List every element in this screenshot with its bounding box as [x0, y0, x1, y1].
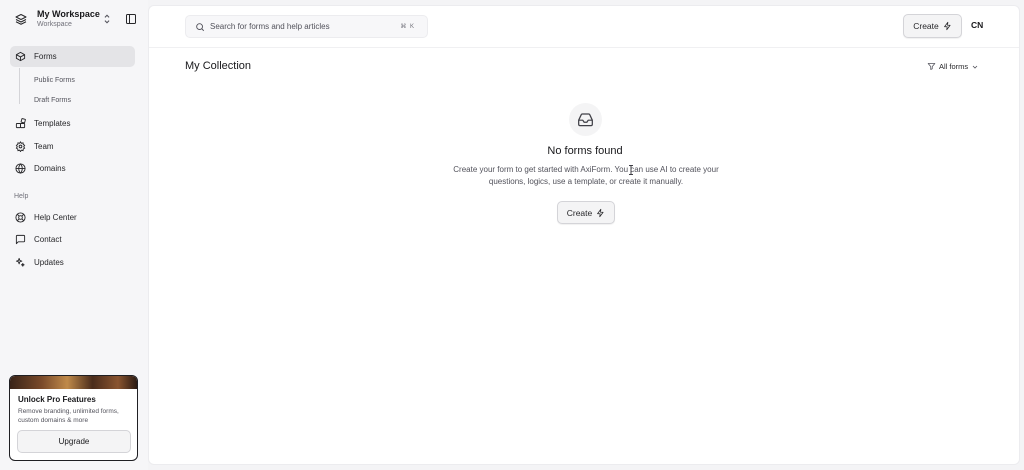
search-shortcut: ⌘ K — [400, 24, 415, 30]
chevron-down-icon — [971, 63, 979, 71]
empty-state-title: No forms found — [547, 145, 623, 157]
search-icon — [195, 22, 205, 32]
zap-icon — [943, 21, 952, 31]
chevrons-up-down-icon — [101, 12, 113, 26]
layers-icon — [12, 10, 30, 28]
sidebar-item-forms[interactable]: Forms — [10, 46, 135, 67]
sidebar-item-updates[interactable]: Updates — [10, 252, 135, 273]
lifebuoy-icon — [15, 212, 26, 223]
globe-icon — [15, 163, 26, 174]
topbar: ⌘ K Create CN — [149, 6, 1019, 48]
filter-dropdown[interactable]: All forms — [927, 62, 979, 71]
sidebar-item-contact[interactable]: Contact — [10, 229, 135, 250]
sidebar-item-label: Domains — [34, 164, 66, 173]
sidebar-item-help-center[interactable]: Help Center — [10, 207, 135, 228]
empty-state-description: Create your form to get started with Axi… — [453, 165, 719, 186]
main-panel: ⌘ K Create CN My Collection All forms No… — [148, 5, 1020, 465]
workspace-name: My Workspace — [37, 9, 100, 19]
promo-title: Unlock Pro Features — [18, 395, 96, 404]
gear-icon — [15, 141, 26, 152]
workspace-subtitle: Workspace — [37, 21, 72, 28]
sidebar: My Workspace Workspace Forms Public Form… — [0, 0, 148, 470]
create-button-label: Create — [913, 21, 939, 31]
page-title: My Collection — [185, 60, 252, 72]
sidebar-item-label: Help Center — [34, 213, 77, 222]
sparkles-icon — [15, 257, 26, 268]
sidebar-item-label: Forms — [34, 52, 57, 61]
sidebar-item-team[interactable]: Team — [10, 136, 135, 157]
sidebar-subitem-draft-forms[interactable]: Draft Forms — [34, 94, 71, 108]
sidebar-item-domains[interactable]: Domains — [10, 158, 135, 179]
box-icon — [15, 51, 26, 62]
sidebar-item-label: Updates — [34, 258, 64, 267]
zap-icon — [596, 208, 605, 218]
search-input[interactable] — [210, 22, 390, 31]
create-button-empty-state[interactable]: Create — [557, 201, 615, 224]
help-group-label: Help — [14, 193, 29, 200]
create-button-header[interactable]: Create — [903, 14, 962, 38]
promo-banner-image — [10, 376, 137, 389]
sidebar-item-label: Team — [34, 142, 54, 151]
promo-description: Remove branding, unlimited forms, custom… — [18, 408, 119, 424]
filter-label: All forms — [939, 62, 969, 71]
filter-icon — [927, 62, 936, 71]
search-bar[interactable]: ⌘ K — [185, 15, 428, 38]
blocks-icon — [15, 118, 26, 129]
workspace-switcher[interactable]: My Workspace Workspace — [10, 7, 140, 31]
subnav-guide — [19, 68, 20, 104]
sidebar-toggle-icon[interactable] — [125, 12, 137, 24]
sidebar-item-label: Contact — [34, 235, 62, 244]
sidebar-item-templates[interactable]: Templates — [10, 113, 135, 134]
create-button-label: Create — [566, 207, 593, 218]
upgrade-button[interactable]: Upgrade — [17, 430, 131, 453]
sidebar-subitem-public-forms[interactable]: Public Forms — [34, 74, 75, 88]
text-cursor-icon — [628, 162, 634, 175]
upgrade-promo-card: Unlock Pro Features Remove branding, unl… — [9, 375, 138, 461]
inbox-icon — [569, 103, 602, 136]
sidebar-item-label: Templates — [34, 119, 71, 128]
message-square-icon — [15, 234, 26, 245]
avatar[interactable]: CN — [971, 20, 983, 30]
